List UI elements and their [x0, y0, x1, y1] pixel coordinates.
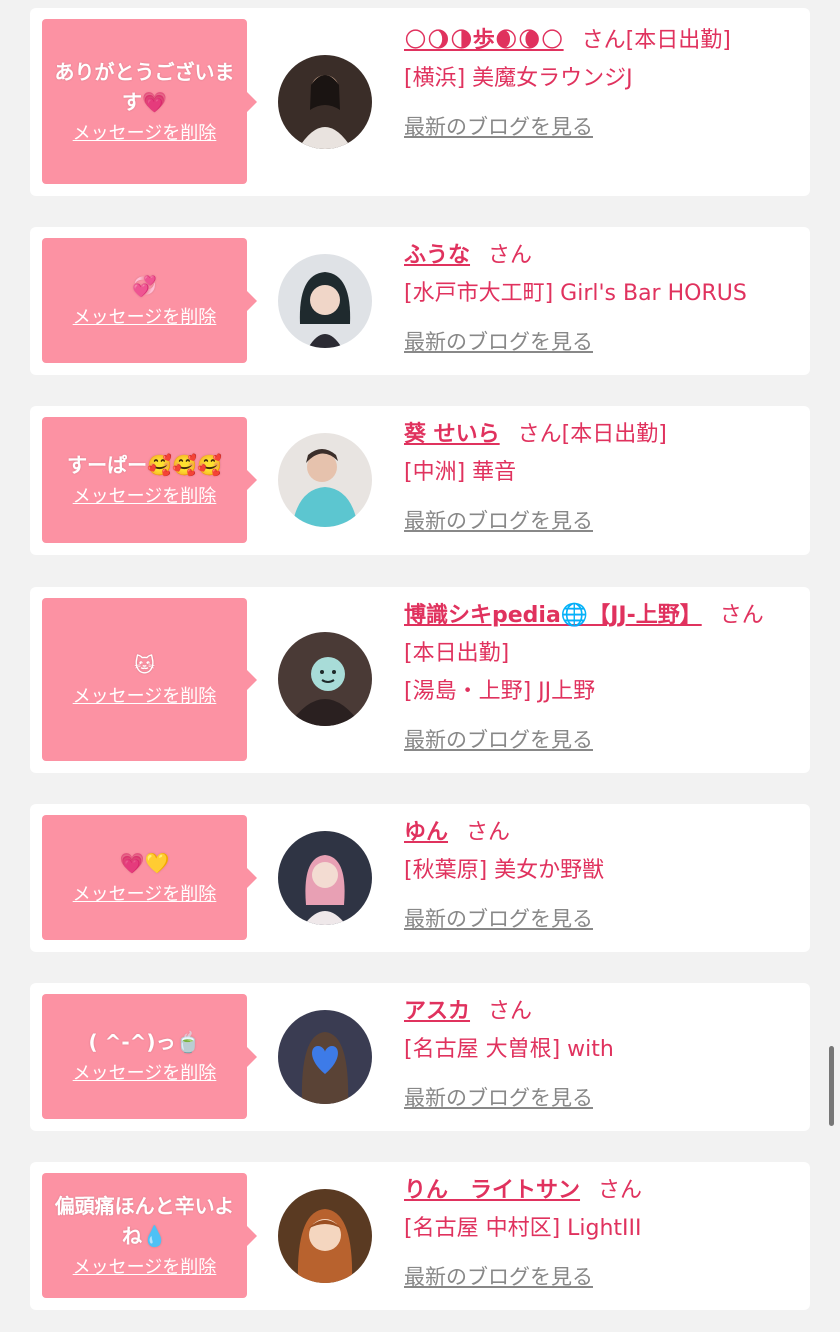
view-blog-link[interactable]: 最新のブログを見る	[404, 323, 790, 361]
message-text: すーぱー🥰🥰🥰	[67, 453, 222, 477]
member-status: さん[本日出勤]	[581, 28, 731, 53]
list-item: 偏頭痛ほんと辛いよね💧 メッセージを削除 りん ライトサン さん [名古屋 中村区…	[30, 1162, 810, 1310]
member-status: さん	[488, 999, 533, 1024]
message-bubble: 🐱 メッセージを削除	[42, 598, 247, 761]
delete-message-link[interactable]: メッセージを削除	[73, 1061, 217, 1087]
shop-info: [横浜] 美魔女ラウンジJ	[404, 66, 633, 91]
view-blog-link[interactable]: 最新のブログを見る	[404, 1258, 790, 1296]
message-bubble: ありがとうございます💗 メッセージを削除	[42, 19, 247, 184]
member-name-link[interactable]: りん ライトサン	[404, 1178, 580, 1203]
shop-info: [名古屋 中村区] LightIII	[404, 1216, 642, 1241]
avatar[interactable]	[278, 55, 372, 149]
avatar[interactable]	[278, 254, 372, 348]
delete-message-link[interactable]: メッセージを削除	[73, 484, 217, 510]
list-item: 💞 メッセージを削除 ふうな さん [水戸市大工町] Girl's Bar HOR…	[30, 227, 810, 375]
avatar[interactable]	[278, 1189, 372, 1283]
view-blog-link[interactable]: 最新のブログを見る	[404, 900, 790, 938]
message-text: 偏頭痛ほんと辛いよね💧	[54, 1193, 235, 1248]
avatar[interactable]	[278, 831, 372, 925]
list-item: 💗💛 メッセージを削除 ゆん さん [秋葉原] 美女か野獣 最新のブログを見る	[30, 804, 810, 952]
shop-info: [水戸市大工町] Girl's Bar HORUS	[404, 281, 747, 306]
member-status: さん	[466, 820, 511, 845]
shop-info: [湯島・上野] JJ上野	[404, 679, 596, 704]
member-name-link[interactable]: 博識シキpedia🌐【JJ-上野】	[404, 603, 702, 628]
shop-info: [中洲] 華音	[404, 460, 517, 485]
member-name-link[interactable]: アスカ	[404, 999, 470, 1024]
delete-message-link[interactable]: メッセージを削除	[73, 684, 217, 710]
message-bubble: 💗💛 メッセージを削除	[42, 815, 247, 940]
member-name-link[interactable]: 葵 せいら	[404, 422, 500, 447]
list-item: ( ^-^)っ🍵 メッセージを削除 アスカ さん [名古屋 大曽根] with 最…	[30, 983, 810, 1131]
delete-message-link[interactable]: メッセージを削除	[73, 882, 217, 908]
list-item: ありがとうございます💗 メッセージを削除 🌕🌖🌗歩🌒🌘🌕 さん[本日出勤] [横浜…	[30, 8, 810, 196]
message-text: 🐱	[134, 652, 155, 677]
message-text: ( ^-^)っ🍵	[88, 1029, 201, 1054]
avatar[interactable]	[278, 632, 372, 726]
message-bubble: 💞 メッセージを削除	[42, 238, 247, 363]
message-bubble: すーぱー🥰🥰🥰 メッセージを削除	[42, 417, 247, 543]
avatar[interactable]	[278, 1010, 372, 1104]
view-blog-link[interactable]: 最新のブログを見る	[404, 1079, 790, 1117]
message-text: 💞	[132, 273, 157, 298]
member-name-link[interactable]: ふうな	[404, 243, 470, 268]
member-name-link[interactable]: 🌕🌖🌗歩🌒🌘🌕	[404, 28, 564, 53]
list-item: 🐱 メッセージを削除 博識シキpedia🌐【JJ-上野】 さん[本日出勤] [湯島…	[30, 587, 810, 773]
delete-message-link[interactable]: メッセージを削除	[73, 1255, 217, 1281]
view-blog-link[interactable]: 最新のブログを見る	[404, 721, 790, 759]
member-status: さん[本日出勤]	[517, 422, 667, 447]
delete-message-link[interactable]: メッセージを削除	[73, 305, 217, 331]
delete-message-link[interactable]: メッセージを削除	[73, 121, 217, 147]
member-status: さん	[598, 1178, 643, 1203]
shop-info: [秋葉原] 美女か野獣	[404, 858, 605, 883]
message-bubble: ( ^-^)っ🍵 メッセージを削除	[42, 994, 247, 1119]
message-text: ありがとうございます💗	[54, 59, 235, 114]
scrollbar[interactable]	[829, 1046, 834, 1126]
member-status: さん	[488, 243, 533, 268]
view-blog-link[interactable]: 最新のブログを見る	[404, 502, 790, 540]
view-blog-link[interactable]: 最新のブログを見る	[404, 108, 790, 146]
avatar[interactable]	[278, 433, 372, 527]
list-item: すーぱー🥰🥰🥰 メッセージを削除 葵 せいら さん[本日出勤] [中洲] 華音 最…	[30, 406, 810, 555]
shop-info: [名古屋 大曽根] with	[404, 1037, 614, 1062]
message-bubble: 偏頭痛ほんと辛いよね💧 メッセージを削除	[42, 1173, 247, 1298]
member-name-link[interactable]: ゆん	[404, 820, 448, 845]
message-text: 💗💛	[119, 850, 170, 875]
